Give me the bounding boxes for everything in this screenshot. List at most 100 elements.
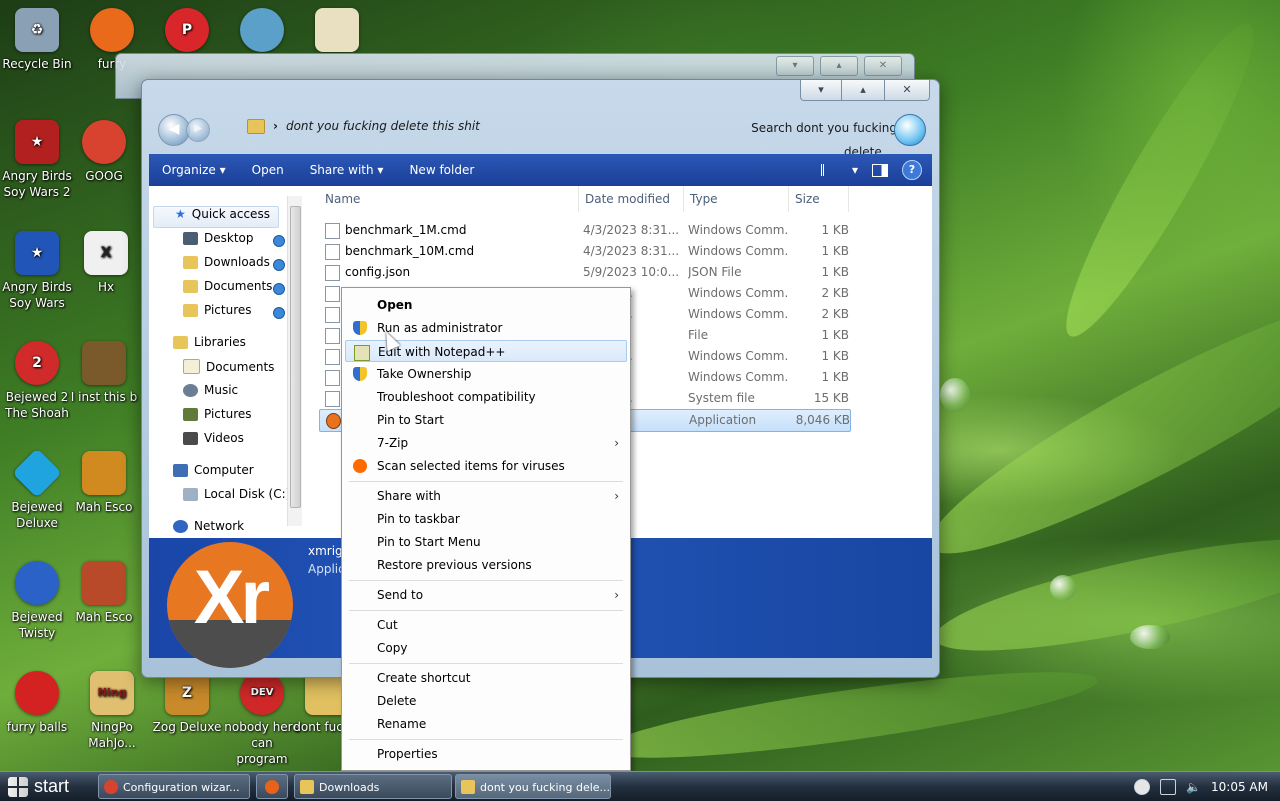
desktop-icon-p-app[interactable]: P [149, 8, 225, 56]
menu-item-send-to[interactable]: Send to › [345, 584, 627, 606]
desktop-icon-game-2[interactable] [299, 8, 375, 56]
column-header-size[interactable]: Size [789, 186, 849, 212]
taskbar-button-firefox[interactable] [256, 774, 288, 799]
nav-scrollbar[interactable] [287, 196, 302, 526]
antivirus-icon [353, 459, 367, 473]
file-row[interactable]: benchmark_10M.cmd 4/3/2023 8:31... Windo… [319, 241, 849, 262]
menu-item-scan-viruses[interactable]: Scan selected items for viruses [345, 455, 627, 477]
desktop-icon-i-inst[interactable]: I inst this b [66, 341, 142, 405]
file-name: benchmark_10M.cmd [345, 244, 475, 258]
network-icon[interactable] [1160, 778, 1177, 795]
desktop-icon-recycle-bin[interactable]: ♻ Recycle Bin [0, 8, 75, 72]
column-header-type[interactable]: Type [684, 186, 789, 212]
taskbar-button-downloads[interactable]: Downloads [294, 774, 452, 799]
minimize-button[interactable]: ▾ [800, 80, 842, 101]
nav-lib-documents[interactable]: Documents [183, 359, 274, 374]
desktop-icon-bejewed-2[interactable]: 2 Bejewed 2 The Shoah [0, 341, 75, 421]
menu-item-pin-start-menu[interactable]: Pin to Start Menu [345, 531, 627, 553]
chrome-icon [104, 780, 118, 794]
nav-documents[interactable]: Documents [183, 279, 272, 293]
close-button[interactable]: ✕ [884, 80, 930, 101]
taskbar-button-label: Downloads [319, 781, 380, 794]
chevron-down-icon[interactable]: ▾ [852, 163, 858, 177]
desktop-icon-zog-deluxe[interactable]: Z Zog Deluxe [149, 671, 225, 735]
desktop-icon-goog[interactable]: GOOG [66, 120, 142, 184]
menu-item-share-with[interactable]: Share with › [345, 485, 627, 507]
help-button[interactable]: ? [902, 160, 922, 180]
folder-icon [461, 780, 475, 794]
menu-item-create-shortcut[interactable]: Create shortcut [345, 667, 627, 689]
file-row[interactable]: benchmark_1M.cmd 4/3/2023 8:31... Window… [319, 220, 849, 241]
desktop-icon-label: Hx [97, 280, 115, 294]
organize-button[interactable]: Organize ▾ [149, 163, 239, 177]
desktop-icon-furry-balls[interactable]: furry balls [0, 671, 75, 735]
search-icon[interactable] [894, 114, 926, 146]
close-button[interactable]: ✕ [864, 56, 902, 76]
new-folder-button[interactable]: New folder [396, 163, 487, 177]
menu-item-label: Delete [377, 694, 417, 708]
nav-quick-access[interactable]: ★ Quick access [175, 207, 270, 221]
clock[interactable]: 10:05 AM [1211, 780, 1268, 794]
file-size: 1 KB [821, 349, 849, 363]
column-header-date[interactable]: Date modified [579, 186, 684, 212]
desktop-icon-mah-esco-2[interactable]: Mah Esco [66, 561, 142, 625]
maximize-button[interactable]: ▴ [841, 80, 885, 101]
folder-icon [300, 780, 314, 794]
view-options-icon[interactable] [820, 164, 838, 176]
address-bar[interactable]: › dont you fucking delete this shit [247, 114, 687, 138]
nav-lib-music[interactable]: Music [183, 383, 238, 397]
nav-network[interactable]: Network [173, 519, 244, 533]
desktop-icon-game-1[interactable] [224, 8, 300, 56]
desktop-icon-angry-birds[interactable]: ★ Angry Birds Soy Wars [0, 231, 75, 311]
menu-item-pin-taskbar[interactable]: Pin to taskbar [345, 508, 627, 530]
tray-app-icon[interactable] [1134, 778, 1151, 795]
desktop-icon-angry-birds-2[interactable]: ★ Angry Birds Soy Wars 2 [0, 120, 75, 200]
file-row[interactable]: config.json 5/9/2023 10:0... JSON File 1… [319, 262, 849, 283]
forward-button[interactable]: ▶ [186, 118, 210, 142]
open-button[interactable]: Open [239, 163, 297, 177]
gem-icon [15, 561, 59, 605]
preview-pane-icon[interactable] [872, 163, 888, 177]
json-file-icon [325, 265, 340, 281]
maximize-button[interactable]: ▴ [820, 56, 858, 76]
menu-item-rename[interactable]: Rename [345, 713, 627, 735]
taskbar-button-label: Configuration wizar... [123, 781, 240, 794]
nav-lib-pictures[interactable]: Pictures [183, 407, 252, 421]
desktop-icon-hx[interactable]: X Hx [68, 231, 144, 295]
menu-item-copy[interactable]: Copy [345, 637, 627, 659]
menu-item-7zip[interactable]: 7-Zip › [345, 432, 627, 454]
menu-item-restore-versions[interactable]: Restore previous versions [345, 554, 627, 576]
menu-separator [349, 739, 623, 740]
nav-lib-videos[interactable]: Videos [183, 431, 244, 445]
nav-computer[interactable]: Computer [173, 463, 254, 477]
start-button[interactable]: start [0, 772, 90, 801]
breadcrumb-chevron-icon[interactable]: › [273, 119, 278, 133]
scrollbar-thumb[interactable] [290, 206, 301, 508]
nav-label: Downloads [204, 255, 270, 269]
menu-item-properties[interactable]: Properties [345, 743, 627, 765]
menu-item-delete[interactable]: Delete [345, 690, 627, 712]
desktop-icon-mah-esco-1[interactable]: Mah Esco [66, 451, 142, 515]
volume-icon[interactable]: 🔈 [1186, 780, 1201, 794]
desktop-icon-ningpo[interactable]: Ning NingPo MahJo... [74, 671, 150, 751]
organize-label: Organize [162, 163, 216, 177]
nav-libraries[interactable]: Libraries [173, 335, 246, 349]
nav-downloads[interactable]: Downloads [183, 255, 270, 269]
menu-item-pin-start[interactable]: Pin to Start [345, 409, 627, 431]
file-type: Windows Comm... [688, 349, 788, 363]
taskbar-button-config-wizard[interactable]: Configuration wizar... [98, 774, 250, 799]
desktop-icon-bejewed-deluxe[interactable]: Bejewed Deluxe [0, 448, 75, 531]
column-header-name[interactable]: Name [319, 186, 579, 212]
nav-local-disk[interactable]: Local Disk (C:) [183, 487, 290, 501]
taskbar-button-dont-folder[interactable]: dont you fucking dele... [455, 774, 611, 799]
minimize-button[interactable]: ▾ [776, 56, 814, 76]
menu-item-open[interactable]: Open [345, 294, 627, 316]
share-with-button[interactable]: Share with ▾ [297, 163, 397, 177]
menu-item-take-ownership[interactable]: Take Ownership [345, 363, 627, 385]
menu-item-label: Create shortcut [377, 671, 471, 685]
menu-item-cut[interactable]: Cut [345, 614, 627, 636]
nav-desktop[interactable]: Desktop [183, 231, 254, 245]
menu-item-troubleshoot[interactable]: Troubleshoot compatibility [345, 386, 627, 408]
nav-pictures[interactable]: Pictures [183, 303, 252, 317]
desktop-icon-bejewed-twisty[interactable]: Bejewed Twisty [0, 561, 75, 641]
